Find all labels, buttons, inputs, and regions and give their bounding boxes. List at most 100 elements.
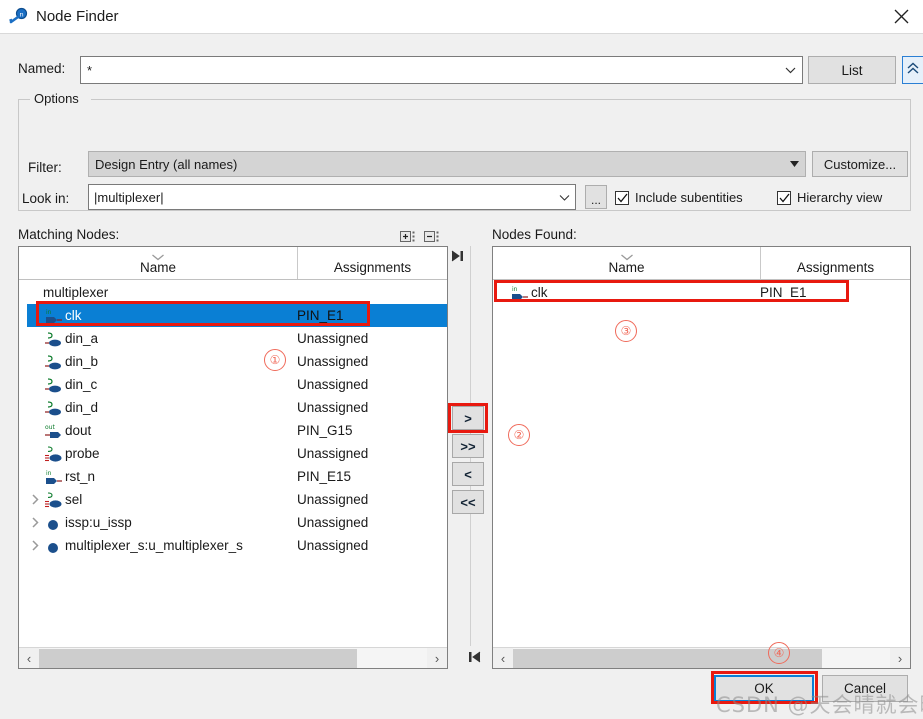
table-row[interactable]: din_d Unassigned — [27, 396, 447, 419]
collapse-panel-button[interactable] — [902, 56, 923, 84]
node-assignment: Unassigned — [297, 377, 369, 392]
column-header-assignments[interactable]: Assignments — [760, 247, 910, 279]
input-pin-icon: in — [43, 469, 65, 485]
chevron-down-icon[interactable] — [778, 57, 802, 83]
nodes-found-tree[interactable]: Name Assignments in clk PIN_E1 ‹ › — [492, 246, 911, 669]
table-row[interactable]: in rst_n PIN_E15 — [27, 465, 447, 488]
remove-selected-button[interactable]: < — [452, 462, 484, 486]
matching-horizontal-scrollbar[interactable]: ‹ › — [19, 647, 447, 668]
node-name: sel — [65, 492, 83, 507]
matching-nodes-tree[interactable]: Name Assignments multiplexer in clk PIN_E1d… — [18, 246, 448, 669]
checkbox-box — [615, 190, 629, 205]
scroll-right-icon[interactable]: › — [890, 648, 910, 669]
table-row[interactable]: out dout PIN_G15 — [27, 419, 447, 442]
node-name: multiplexer — [43, 285, 109, 300]
table-row[interactable]: probe Unassigned — [27, 442, 447, 465]
found-horizontal-scrollbar[interactable]: ‹ › — [493, 647, 910, 668]
scroll-left-icon[interactable]: ‹ — [493, 648, 513, 669]
nodes-found-label: Nodes Found: — [492, 227, 577, 242]
remove-selected-label: < — [464, 466, 472, 482]
scroll-thumb[interactable] — [39, 648, 358, 668]
add-all-button[interactable]: >> — [452, 434, 484, 458]
add-all-label: >> — [460, 438, 476, 454]
matching-rows-container: multiplexer in clk PIN_E1 din_a Unassigned din… — [19, 281, 447, 646]
expand-all-icon[interactable] — [400, 230, 416, 247]
svg-text:in: in — [46, 309, 52, 316]
dialog-body: Named: * List Options Filter: Design Ent… — [0, 33, 923, 717]
expand-chevron-icon[interactable] — [27, 540, 43, 551]
table-row[interactable]: multiplexer — [27, 281, 447, 304]
title-bar: n Node Finder — [0, 0, 923, 33]
collapse-left-panel-icon[interactable] — [450, 249, 464, 266]
node-assignment: Unassigned — [297, 492, 369, 507]
include-subentities-label: Include subentities — [635, 190, 743, 205]
bidir-node-icon — [43, 377, 65, 393]
chevrons-up-icon — [906, 62, 920, 79]
named-row: Named: * List — [18, 56, 923, 84]
chevron-down-icon[interactable] — [783, 161, 805, 167]
lookin-input[interactable]: |multiplexer| — [88, 184, 576, 210]
column-header-assignments-label: Assignments — [796, 260, 875, 275]
named-input[interactable]: * — [80, 56, 803, 84]
table-row[interactable]: in clk PIN_E1 — [493, 281, 910, 304]
window-title: Node Finder — [36, 8, 119, 25]
input-pin-icon: in — [509, 285, 531, 301]
bidir-node-icon — [43, 354, 65, 370]
svg-text:out: out — [45, 424, 55, 431]
list-button[interactable]: List — [808, 56, 896, 84]
bus-node-icon — [43, 491, 65, 508]
close-icon[interactable] — [879, 0, 923, 33]
scroll-track[interactable] — [39, 647, 427, 668]
remove-all-label: << — [460, 494, 476, 510]
ok-button[interactable]: OK — [714, 675, 814, 702]
column-header-assignments[interactable]: Assignments — [297, 247, 447, 279]
browse-button[interactable]: ... — [585, 185, 607, 209]
column-header-assignments-label: Assignments — [333, 260, 412, 275]
node-assignment: Unassigned — [297, 400, 369, 415]
bus-node-icon — [43, 445, 65, 462]
scroll-track[interactable] — [513, 647, 890, 668]
collapse-all-icon[interactable] — [424, 230, 440, 247]
found-tree-header: Name Assignments — [493, 247, 910, 280]
table-row[interactable]: din_a Unassigned — [27, 327, 447, 350]
node-assignment: Unassigned — [297, 354, 369, 369]
node-name: rst_n — [65, 469, 96, 484]
hierarchy-view-checkbox[interactable]: Hierarchy view — [777, 190, 882, 205]
svg-text:n: n — [19, 10, 23, 18]
node-assignment: Unassigned — [297, 538, 369, 553]
table-row[interactable]: in clk PIN_E1 — [27, 304, 447, 327]
customize-button[interactable]: Customize... — [812, 151, 908, 177]
expand-chevron-icon[interactable] — [27, 494, 43, 505]
cancel-button[interactable]: Cancel — [822, 675, 908, 702]
hierarchy-view-label: Hierarchy view — [797, 190, 883, 205]
include-subentities-checkbox[interactable]: Include subentities — [615, 190, 743, 205]
collapse-right-panel-icon[interactable] — [468, 650, 482, 667]
chevron-down-icon[interactable] — [553, 194, 575, 201]
scroll-thumb[interactable] — [513, 648, 823, 668]
add-selected-button[interactable]: > — [452, 406, 484, 430]
sort-descending-icon — [620, 249, 633, 264]
node-assignment: Unassigned — [297, 515, 369, 530]
table-row[interactable]: issp:u_issp Unassigned — [27, 511, 447, 534]
matching-nodes-label: Matching Nodes: — [18, 227, 120, 242]
input-pin-icon: in — [43, 308, 65, 324]
column-header-name[interactable]: Name — [19, 247, 297, 279]
output-pin-icon: out — [43, 423, 65, 439]
node-name: clk — [65, 308, 82, 323]
checkbox-box — [777, 190, 791, 205]
table-row[interactable]: sel Unassigned — [27, 488, 447, 511]
scroll-left-icon[interactable]: ‹ — [19, 648, 39, 669]
node-assignment: Unassigned — [297, 446, 369, 461]
column-header-name[interactable]: Name — [493, 247, 760, 279]
table-row[interactable]: multiplexer_s:u_multiplexer_s Unassigned — [27, 534, 447, 557]
filter-label: Filter: — [28, 160, 62, 175]
magnifier-icon: n — [8, 6, 30, 28]
node-assignment: PIN_E1 — [297, 308, 344, 323]
svg-text:in: in — [512, 286, 518, 293]
remove-all-button[interactable]: << — [452, 490, 484, 514]
table-row[interactable]: din_c Unassigned — [27, 373, 447, 396]
table-row[interactable]: din_b Unassigned — [27, 350, 447, 373]
expand-chevron-icon[interactable] — [27, 517, 43, 528]
filter-select[interactable]: Design Entry (all names) — [88, 151, 806, 177]
scroll-right-icon[interactable]: › — [427, 648, 447, 669]
